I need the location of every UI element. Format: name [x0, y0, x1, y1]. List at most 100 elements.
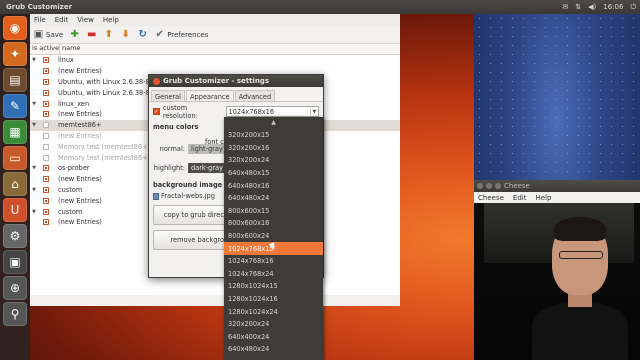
- search-icon[interactable]: ⚲: [3, 302, 27, 326]
- resolution-option[interactable]: 800x600x16: [224, 217, 323, 230]
- resolution-option[interactable]: 1024x768x16: [224, 255, 323, 268]
- cheese-menu-help[interactable]: Help: [535, 194, 551, 202]
- resolution-option[interactable]: 320x200x16: [224, 142, 323, 155]
- expander-icon[interactable]: ▼: [30, 187, 38, 193]
- remove-icon[interactable]: ▬: [86, 29, 97, 40]
- calc-icon[interactable]: ▦: [3, 120, 27, 144]
- expander-icon[interactable]: ▼: [30, 122, 38, 128]
- add-icon[interactable]: ✚: [69, 29, 80, 40]
- cheese-window: Cheese Cheese Edit Help: [474, 180, 640, 360]
- active-checkbox[interactable]: [43, 100, 49, 107]
- remove-background-button[interactable]: remove backgro: [153, 230, 227, 250]
- menu-file[interactable]: File: [34, 16, 46, 24]
- active-checkbox[interactable]: [43, 89, 49, 96]
- mail-icon[interactable]: ✉: [562, 3, 568, 11]
- resolution-combo[interactable]: 1024x768x16 ▼: [225, 106, 319, 117]
- active-checkbox[interactable]: [43, 165, 49, 172]
- save-button[interactable]: ▣ Save: [33, 29, 63, 40]
- settings-icon[interactable]: ⚙: [3, 224, 27, 248]
- close-icon[interactable]: [477, 183, 483, 189]
- active-checkbox[interactable]: [43, 186, 49, 193]
- top-panel: Grub Customizer ✉ ⇅ ◀) 16:06 ⏻: [0, 0, 640, 14]
- workspaces-icon[interactable]: ⊕: [3, 276, 27, 300]
- tab-general[interactable]: General: [151, 90, 185, 101]
- active-checkbox[interactable]: [43, 132, 49, 139]
- column-is-active[interactable]: is active: [30, 44, 60, 54]
- expander-icon[interactable]: ▼: [30, 57, 38, 63]
- close-icon[interactable]: [153, 77, 160, 85]
- resolution-option[interactable]: 1280x1024x15: [224, 280, 323, 293]
- menu-edit[interactable]: Edit: [55, 16, 69, 24]
- launcher: ◉ ✦ ▤ ✎ ▦ ▭ ⌂ U ⚙ ▣ ⊕ ⚲: [0, 14, 30, 360]
- active-checkbox[interactable]: [43, 122, 49, 129]
- copy-to-grub-button[interactable]: copy to grub direc: [153, 205, 227, 225]
- resolution-option[interactable]: 1280x1024x24: [224, 305, 323, 318]
- entry-name: (new Entries): [58, 196, 102, 205]
- expander-icon[interactable]: ▼: [30, 101, 38, 107]
- clock[interactable]: 16:06: [603, 3, 623, 11]
- resolution-option[interactable]: 320x200x24: [224, 318, 323, 331]
- dialog-titlebar: Grub Customizer - settings: [149, 75, 323, 87]
- resolution-dropdown: ▲ 320x200x15 320x200x16 320x200x24 640x480x…: [224, 117, 323, 360]
- resolution-option[interactable]: 320x200x24: [224, 154, 323, 167]
- resolution-option[interactable]: 640x400x24: [224, 331, 323, 344]
- writer-icon[interactable]: ✎: [3, 94, 27, 118]
- terminal-icon[interactable]: ▣: [3, 250, 27, 274]
- resolution-option[interactable]: 320x200x15: [224, 129, 323, 142]
- volume-icon[interactable]: ◀): [588, 3, 596, 11]
- resolution-option[interactable]: 640x480x24: [224, 343, 323, 356]
- ubuntu-home-icon[interactable]: ◉: [3, 16, 27, 40]
- resolution-value: 1024x768x16: [228, 107, 275, 116]
- resolution-option[interactable]: 1024x768x15: [224, 242, 323, 255]
- resolution-option[interactable]: 640x480x15: [224, 167, 323, 180]
- active-checkbox[interactable]: [43, 68, 49, 75]
- impress-icon[interactable]: ▭: [3, 146, 27, 170]
- resolution-option[interactable]: 640x480x24: [224, 192, 323, 205]
- highlight-color-select[interactable]: dark-gray: [188, 162, 226, 173]
- tab-appearance[interactable]: Appearance: [186, 90, 234, 101]
- resolution-option[interactable]: 800x600x15: [224, 205, 323, 218]
- resolution-option[interactable]: 800x600x24: [224, 230, 323, 243]
- software-center-icon[interactable]: ⌂: [3, 172, 27, 196]
- save-icon: ▣: [33, 29, 44, 40]
- move-down-icon[interactable]: ⬇: [120, 29, 131, 40]
- cheese-menu-edit[interactable]: Edit: [513, 194, 527, 202]
- menu-view[interactable]: View: [77, 16, 94, 24]
- menu-help[interactable]: Help: [103, 16, 119, 24]
- expander-icon[interactable]: ▼: [30, 209, 38, 215]
- maximize-icon[interactable]: [495, 183, 501, 189]
- resolution-option[interactable]: 1280x1024x16: [224, 293, 323, 306]
- column-name[interactable]: name: [60, 44, 80, 54]
- active-checkbox[interactable]: [43, 197, 49, 204]
- scroll-up-icon[interactable]: ▲: [224, 117, 323, 129]
- entry-name: (new Entries): [58, 218, 102, 227]
- refresh-icon[interactable]: ↻: [137, 29, 148, 40]
- cheese-menu-bar: Cheese Edit Help: [474, 192, 640, 203]
- resolution-option[interactable]: 1024x768x24: [224, 268, 323, 281]
- files-icon[interactable]: ▤: [3, 68, 27, 92]
- minimize-icon[interactable]: [486, 183, 492, 189]
- active-checkbox[interactable]: [43, 154, 49, 161]
- resolution-option[interactable]: 640x480x16: [224, 179, 323, 192]
- highlight-label: highlight:: [153, 163, 185, 172]
- active-checkbox[interactable]: [43, 57, 49, 64]
- table-row[interactable]: ▼ linux: [30, 55, 400, 66]
- power-icon[interactable]: ⏻: [630, 3, 636, 12]
- active-checkbox[interactable]: [43, 143, 49, 150]
- move-up-icon[interactable]: ⬆: [103, 29, 114, 40]
- active-checkbox[interactable]: [43, 208, 49, 215]
- cheese-menu-cheese[interactable]: Cheese: [478, 194, 504, 202]
- ubuntu-one-icon[interactable]: U: [3, 198, 27, 222]
- active-checkbox[interactable]: [43, 78, 49, 85]
- firefox-icon[interactable]: ✦: [3, 42, 27, 66]
- network-icon[interactable]: ⇅: [575, 3, 581, 11]
- entry-name: (new Entries): [58, 110, 102, 119]
- active-checkbox[interactable]: [43, 176, 49, 183]
- expander-icon[interactable]: ▼: [30, 165, 38, 171]
- preferences-button[interactable]: ✔ Preferences: [154, 29, 208, 40]
- active-checkbox[interactable]: [43, 111, 49, 118]
- active-checkbox[interactable]: [43, 219, 49, 226]
- custom-resolution-checkbox[interactable]: ✓: [153, 108, 160, 115]
- normal-label: normal:: [159, 144, 185, 153]
- tab-advanced[interactable]: Advanced: [234, 90, 276, 101]
